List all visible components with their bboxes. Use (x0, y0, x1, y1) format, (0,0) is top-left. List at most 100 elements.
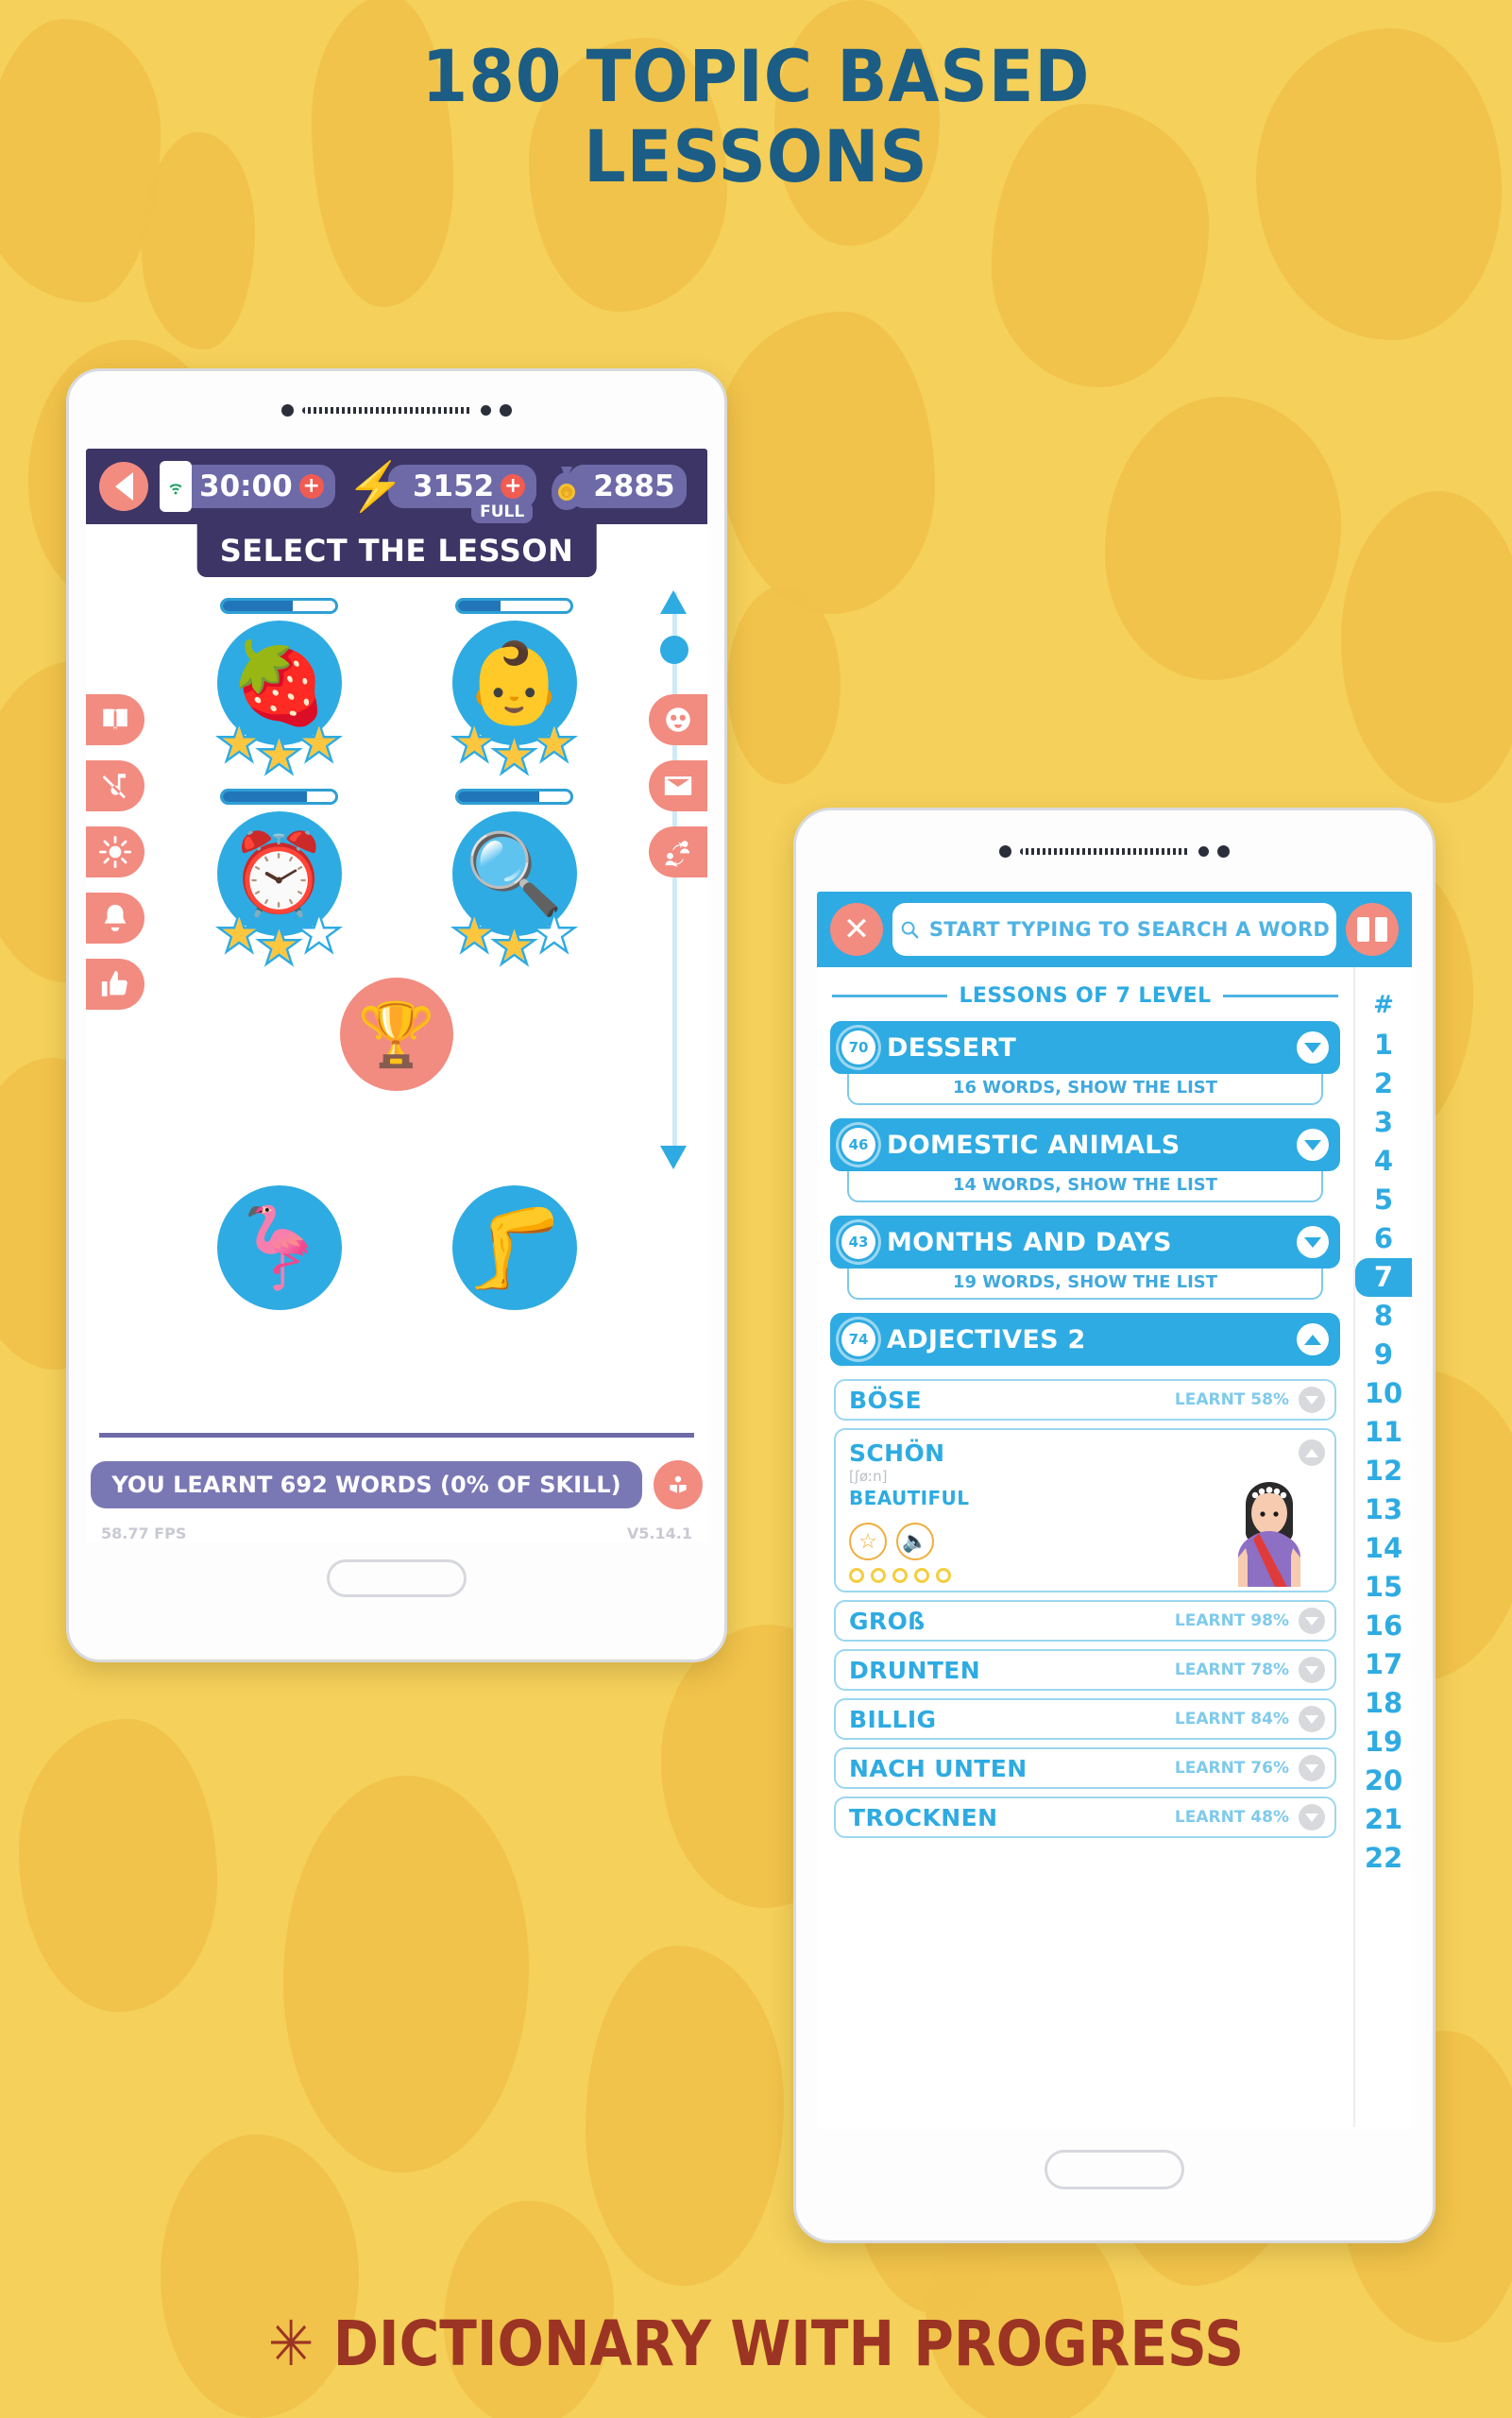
lesson-tile[interactable]: ⏰ ★ ★ ★ (185, 789, 374, 970)
avatar-button[interactable] (649, 694, 707, 745)
level-number[interactable]: 15 (1355, 1568, 1412, 1607)
lesson-subtitle[interactable]: 16 WORDS, SHOW THE LIST (847, 1071, 1323, 1105)
music-off-icon (102, 774, 127, 799)
chevron-down-icon[interactable] (1299, 1387, 1325, 1413)
beauty-queen-icon (1238, 1482, 1300, 1587)
level-number[interactable]: 17 (1355, 1645, 1412, 1684)
level-number[interactable]: 20 (1355, 1762, 1412, 1800)
level-number[interactable]: 13 (1355, 1490, 1412, 1529)
chevron-down-icon[interactable] (1299, 1706, 1325, 1732)
chevron-down-icon[interactable] (1299, 1657, 1325, 1683)
level-number[interactable]: 16 (1355, 1607, 1412, 1645)
search-input[interactable]: START TYPING TO SEARCH A WORD (892, 903, 1336, 956)
level-number[interactable]: 3 (1355, 1103, 1412, 1142)
coins-group[interactable]: ★ 2885 (548, 463, 687, 510)
notifications-button[interactable] (86, 893, 144, 944)
lesson-tile[interactable]: 🔍 ★ ★ ★ (420, 789, 609, 970)
lesson-tile[interactable]: 🍓 ★ ★ ★ (185, 598, 374, 779)
chevron-down-icon[interactable] (1299, 1608, 1325, 1634)
word-row[interactable]: BÖSE LEARNT 58% (834, 1379, 1336, 1421)
reader-icon[interactable] (653, 1460, 703, 1509)
level-number[interactable]: 4 (1355, 1142, 1412, 1181)
level-number[interactable]: 9 (1355, 1336, 1412, 1374)
triangle-down-icon[interactable] (660, 1146, 687, 1169)
word-row[interactable]: DRUNTEN LEARNT 78% (834, 1649, 1336, 1691)
lesson-header[interactable]: 43 MONTHS AND DAYS (830, 1216, 1340, 1269)
trophy-button[interactable]: 🏆 (340, 978, 453, 1091)
lesson-subtitle[interactable]: 19 WORDS, SHOW THE LIST (847, 1266, 1323, 1300)
speaker-grill (302, 406, 472, 414)
lesson-tile[interactable]: 🦩 (185, 1185, 374, 1310)
star-icon[interactable]: ☆ (849, 1523, 887, 1560)
headline-bottom: ✳ DICTIONARY WITH PROGRESS (267, 2307, 1245, 2380)
word-progress: LEARNT 76% (1174, 1759, 1289, 1778)
level-number[interactable]: 11 (1355, 1413, 1412, 1452)
mail-button[interactable] (649, 760, 707, 811)
lesson-header[interactable]: 70 DESSERT (830, 1021, 1340, 1074)
lesson-subtitle[interactable]: 14 WORDS, SHOW THE LIST (847, 1168, 1323, 1202)
camera-dot (999, 844, 1011, 858)
mail-icon (664, 776, 692, 795)
brightness-icon (99, 836, 131, 868)
music-toggle-button[interactable] (86, 760, 144, 811)
triangle-up-icon[interactable] (660, 590, 687, 614)
level-number[interactable]: 5 (1355, 1181, 1412, 1219)
level-number[interactable]: 10 (1355, 1374, 1412, 1413)
level-number[interactable]: 8 (1355, 1297, 1412, 1336)
level-number[interactable]: 22 (1355, 1839, 1412, 1878)
book-mode-button[interactable] (1346, 903, 1399, 956)
chevron-down-icon[interactable] (1297, 1031, 1329, 1064)
word-row[interactable]: GROß LEARNT 98% (834, 1600, 1336, 1642)
energy-group[interactable]: ⚡ 3152 + FULL (347, 463, 537, 523)
scrollbar-thumb[interactable] (660, 636, 688, 664)
lessons-list[interactable]: LESSONS OF 7 LEVEL 70 DESSERT 16 WORDS, … (817, 967, 1353, 2127)
lesson-header[interactable]: 74 ADJECTIVES 2 (830, 1313, 1340, 1366)
chevron-down-icon[interactable] (1299, 1755, 1325, 1781)
lesson-tiles-grid: 🍓 ★ ★ ★ 👶 ★ ★ ★ ⏰ ★ ★ ★ 🔍 ★ ★ ★ (161, 598, 632, 970)
lesson-block: 70 DESSERT 16 WORDS, SHOW THE LIST (830, 1021, 1340, 1105)
word-row[interactable]: NACH UNTEN LEARNT 76% (834, 1747, 1336, 1789)
rate-button[interactable] (86, 959, 144, 1010)
timer-group[interactable]: 30:00 + (160, 461, 335, 512)
coins-pill[interactable]: 2885 (569, 465, 687, 508)
home-button[interactable] (327, 1559, 467, 1597)
level-number[interactable]: 7 (1355, 1258, 1412, 1297)
chevron-down-icon[interactable] (1297, 1226, 1329, 1258)
phone1-screen: 30:00 + ⚡ 3152 + FULL ★ 2885 SELECT THE … (86, 449, 707, 1542)
search-icon (901, 921, 919, 939)
level-number[interactable]: 6 (1355, 1219, 1412, 1258)
level-rail[interactable]: # 1 2 3 4 5 6 7 8 9 10 11 12 13 14 15 16 17 18 19 20 21 22 (1353, 967, 1412, 2127)
lesson-header[interactable]: 46 DOMESTIC ANIMALS (830, 1118, 1340, 1171)
level-number[interactable]: 14 (1355, 1529, 1412, 1568)
chevron-up-icon[interactable] (1297, 1323, 1329, 1355)
chevron-down-icon[interactable] (1297, 1129, 1329, 1161)
level-number[interactable]: 21 (1355, 1800, 1412, 1839)
home-button[interactable] (1045, 2150, 1184, 2189)
share-button[interactable] (649, 826, 707, 877)
chevron-up-icon[interactable] (1299, 1439, 1325, 1466)
word-row[interactable]: TROCKNEN LEARNT 48% (834, 1796, 1336, 1838)
speaker-icon[interactable]: 🔈 (896, 1523, 934, 1560)
level-number[interactable]: 2 (1355, 1064, 1412, 1103)
word-row[interactable]: BILLIG LEARNT 84% (834, 1698, 1336, 1740)
energy-plus-button[interactable]: + (501, 474, 526, 499)
tile-progress-bar (455, 598, 573, 614)
level-number[interactable]: 19 (1355, 1723, 1412, 1762)
word-card-expanded[interactable]: SCHÖN [ʃøːn] BEAUTIFUL ☆ 🔈 (834, 1428, 1336, 1592)
level-number[interactable]: 12 (1355, 1452, 1412, 1490)
back-button[interactable] (99, 462, 148, 511)
dictionary-button[interactable] (86, 694, 144, 745)
lesson-tile[interactable]: 👶 ★ ★ ★ (420, 598, 609, 779)
brightness-button[interactable] (86, 826, 144, 877)
learnt-words-pill[interactable]: YOU LEARNT 692 WORDS (0% OF SKILL) (91, 1461, 642, 1508)
lesson-tile[interactable]: 🦵 (420, 1185, 609, 1310)
money-bag-icon: ★ (548, 463, 586, 510)
word-progress: LEARNT 58% (1174, 1390, 1289, 1409)
close-x-icon[interactable]: ✕ (830, 903, 883, 956)
game-hud: 30:00 + ⚡ 3152 + FULL ★ 2885 (86, 449, 707, 524)
chevron-down-icon[interactable] (1299, 1804, 1325, 1831)
level-number[interactable]: 18 (1355, 1684, 1412, 1723)
timer-plus-button[interactable]: + (298, 474, 324, 499)
level-number[interactable]: 1 (1355, 1026, 1412, 1064)
timer-pill[interactable]: 30:00 + (175, 465, 335, 508)
